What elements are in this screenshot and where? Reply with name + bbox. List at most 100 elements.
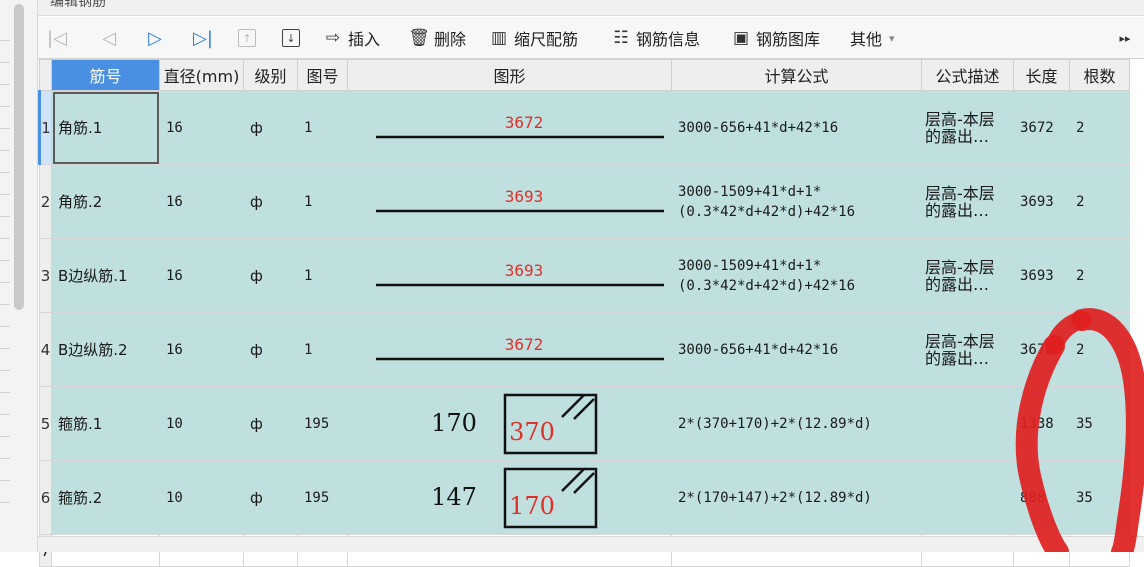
cell-count[interactable]: 35 bbox=[1069, 460, 1130, 535]
cell-count[interactable]: 35 bbox=[1069, 386, 1130, 461]
cell-count[interactable]: 2 bbox=[1069, 312, 1130, 387]
cell-bar-no[interactable]: 角筋.2 bbox=[51, 164, 160, 239]
cell-bar-no[interactable]: B边纵筋.1 bbox=[51, 238, 160, 313]
header-bar-no[interactable]: 筋号 bbox=[51, 59, 160, 91]
header-figure-no[interactable]: 图号 bbox=[297, 59, 348, 91]
cell-formula[interactable]: 3000-1509+41*d+1*(0.3*42*d+42*d)+42*16 bbox=[671, 164, 922, 239]
table-row[interactable]: 6 箍筋.2 10 ф 195 147 170 2*(170+147)+2*(12.89*d)… bbox=[39, 460, 1130, 535]
cell-count[interactable]: 2 bbox=[1069, 90, 1130, 165]
shape-length-value: 3693 bbox=[505, 187, 544, 206]
header-count[interactable]: 根数 bbox=[1069, 59, 1130, 91]
cell-length[interactable]: 3693 bbox=[1013, 164, 1070, 239]
cell-grade[interactable]: ф bbox=[243, 386, 298, 461]
first-icon: |◁ bbox=[47, 27, 67, 49]
stirrup-inner-value: 170 bbox=[509, 492, 555, 520]
header-diameter[interactable]: 直径(mm) bbox=[159, 59, 244, 91]
cell-formula-desc[interactable] bbox=[921, 386, 1014, 461]
table-row[interactable]: 1 角筋.1 16 ф 1 3672 3000-656+41*d+42*16 层高-本层的露出… bbox=[38, 90, 1130, 165]
table-row[interactable]: 5 箍筋.1 10 ф 195 170 370 2*(370+170)+2*(12.89*d)… bbox=[39, 386, 1130, 461]
cell-shape[interactable]: 3693 bbox=[347, 238, 672, 313]
cell-grade[interactable]: ф bbox=[243, 460, 298, 535]
cell-grade[interactable]: ф bbox=[243, 164, 298, 239]
cell-formula-desc[interactable]: 层高-本层的露出… bbox=[921, 312, 1014, 387]
cell-formula[interactable]: 3000-656+41*d+42*16 bbox=[671, 312, 922, 387]
rebar-info-button[interactable]: ☷ 钢筋信息 bbox=[610, 17, 700, 59]
cell-formula[interactable]: 3000-656+41*d+42*16 bbox=[671, 90, 922, 165]
cell-formula-desc[interactable] bbox=[921, 460, 1014, 535]
rebar-table-container: 筋号 直径(mm) 级别 图号 图形 计算公式 公式描述 长度 根数 1 角筋.1… bbox=[38, 59, 1144, 567]
cell-count[interactable]: 2 bbox=[1069, 238, 1130, 313]
toolbar-overflow-button[interactable]: ▸▸ bbox=[1114, 17, 1136, 59]
row-number[interactable]: 1 bbox=[38, 90, 52, 165]
last-record-button[interactable]: ▷| bbox=[192, 17, 214, 59]
cell-diameter[interactable]: 16 bbox=[159, 164, 244, 239]
cell-count[interactable]: 2 bbox=[1069, 164, 1130, 239]
cell-figure-no[interactable]: 1 bbox=[297, 90, 348, 165]
table-row[interactable]: 4 B边纵筋.2 16 ф 1 3672 3000-656+41*d+42*16 层高-本层的… bbox=[39, 312, 1130, 387]
header-formula-desc[interactable]: 公式描述 bbox=[921, 59, 1014, 91]
cell-shape[interactable]: 3693 bbox=[347, 164, 672, 239]
header-length[interactable]: 长度 bbox=[1013, 59, 1070, 91]
row-number[interactable]: 5 bbox=[39, 386, 52, 461]
arrow-down-icon: ↓ bbox=[282, 29, 300, 47]
move-down-button[interactable]: ↓ bbox=[282, 17, 300, 59]
cell-diameter[interactable]: 16 bbox=[159, 312, 244, 387]
row-number[interactable]: 3 bbox=[39, 238, 52, 313]
cell-bar-no[interactable]: B边纵筋.2 bbox=[51, 312, 160, 387]
header-formula[interactable]: 计算公式 bbox=[671, 59, 922, 91]
cell-grade[interactable]: ф bbox=[243, 238, 298, 313]
table-row[interactable]: 2 角筋.2 16 ф 1 3693 3000-1509+41*d+1*(0.3*42*d+… bbox=[39, 164, 1130, 239]
cell-grade[interactable]: ф bbox=[243, 90, 298, 165]
previous-record-button[interactable]: ◁ bbox=[98, 17, 120, 59]
cell-formula-desc[interactable]: 层高-本层的露出… bbox=[921, 164, 1014, 239]
next-record-button[interactable]: ▷ bbox=[144, 17, 166, 59]
left-scrollbar[interactable] bbox=[14, 4, 24, 310]
cell-diameter[interactable]: 16 bbox=[159, 90, 244, 165]
scale-rebar-button[interactable]: ▥ 缩尺配筋 bbox=[488, 17, 578, 59]
row-number[interactable]: 6 bbox=[39, 460, 52, 535]
cell-shape[interactable]: 3672 bbox=[347, 312, 672, 387]
cell-figure-no[interactable]: 195 bbox=[297, 386, 348, 461]
table-row[interactable]: 3 B边纵筋.1 16 ф 1 3693 3000-1509+41*d+1*(0.3*42*… bbox=[39, 238, 1130, 313]
cell-diameter[interactable]: 10 bbox=[159, 386, 244, 461]
cell-figure-no[interactable]: 1 bbox=[297, 238, 348, 313]
cell-figure-no[interactable]: 195 bbox=[297, 460, 348, 535]
header-shape[interactable]: 图形 bbox=[347, 59, 672, 91]
cell-grade[interactable]: ф bbox=[243, 312, 298, 387]
cell-length[interactable]: 3672 bbox=[1013, 90, 1070, 165]
cell-formula[interactable]: 2*(370+170)+2*(12.89*d) bbox=[671, 386, 922, 461]
left-panel-strip bbox=[0, 0, 38, 552]
cell-shape[interactable]: 147 170 bbox=[347, 460, 672, 535]
cell-figure-no[interactable]: 1 bbox=[297, 312, 348, 387]
cell-bar-no[interactable]: 箍筋.1 bbox=[51, 386, 160, 461]
rebar-library-button[interactable]: ▣ 钢筋图库 bbox=[730, 17, 820, 59]
cell-shape[interactable]: 3672 bbox=[347, 90, 672, 165]
row-number[interactable]: 2 bbox=[39, 164, 52, 239]
row-number[interactable]: 4 bbox=[39, 312, 52, 387]
cell-length[interactable]: 1338 bbox=[1013, 386, 1070, 461]
panel-title-bar: 编辑钢筋 bbox=[38, 0, 1144, 16]
cell-length[interactable]: 888 bbox=[1013, 460, 1070, 535]
header-grade[interactable]: 级别 bbox=[243, 59, 298, 91]
insert-button[interactable]: ⇨ 插入 bbox=[322, 17, 380, 59]
cell-diameter[interactable]: 10 bbox=[159, 460, 244, 535]
cell-bar-no[interactable]: 角筋.1 bbox=[51, 90, 160, 165]
move-up-button[interactable]: ↑ bbox=[238, 17, 256, 59]
last-icon: ▷| bbox=[193, 27, 213, 49]
cell-shape[interactable]: 170 370 bbox=[347, 386, 672, 461]
bar-shape-line: 3693 bbox=[376, 187, 664, 213]
first-record-button[interactable]: |◁ bbox=[46, 17, 68, 59]
cell-length[interactable]: 3672 bbox=[1013, 312, 1070, 387]
cell-formula-desc[interactable]: 层高-本层的露出… bbox=[921, 90, 1014, 165]
other-dropdown[interactable]: 其他 ▾ bbox=[850, 17, 895, 59]
cell-diameter[interactable]: 16 bbox=[159, 238, 244, 313]
horizontal-scrollbar[interactable] bbox=[38, 536, 1144, 552]
cell-length[interactable]: 3693 bbox=[1013, 238, 1070, 313]
cell-figure-no[interactable]: 1 bbox=[297, 164, 348, 239]
cell-bar-no[interactable]: 箍筋.2 bbox=[51, 460, 160, 535]
cell-formula-desc[interactable]: 层高-本层的露出… bbox=[921, 238, 1014, 313]
delete-button[interactable]: 🗑 删除 bbox=[408, 17, 466, 59]
cell-formula[interactable]: 3000-1509+41*d+1*(0.3*42*d+42*d)+42*16 bbox=[671, 238, 922, 313]
library-icon: ▣ bbox=[732, 28, 750, 48]
cell-formula[interactable]: 2*(170+147)+2*(12.89*d) bbox=[671, 460, 922, 535]
